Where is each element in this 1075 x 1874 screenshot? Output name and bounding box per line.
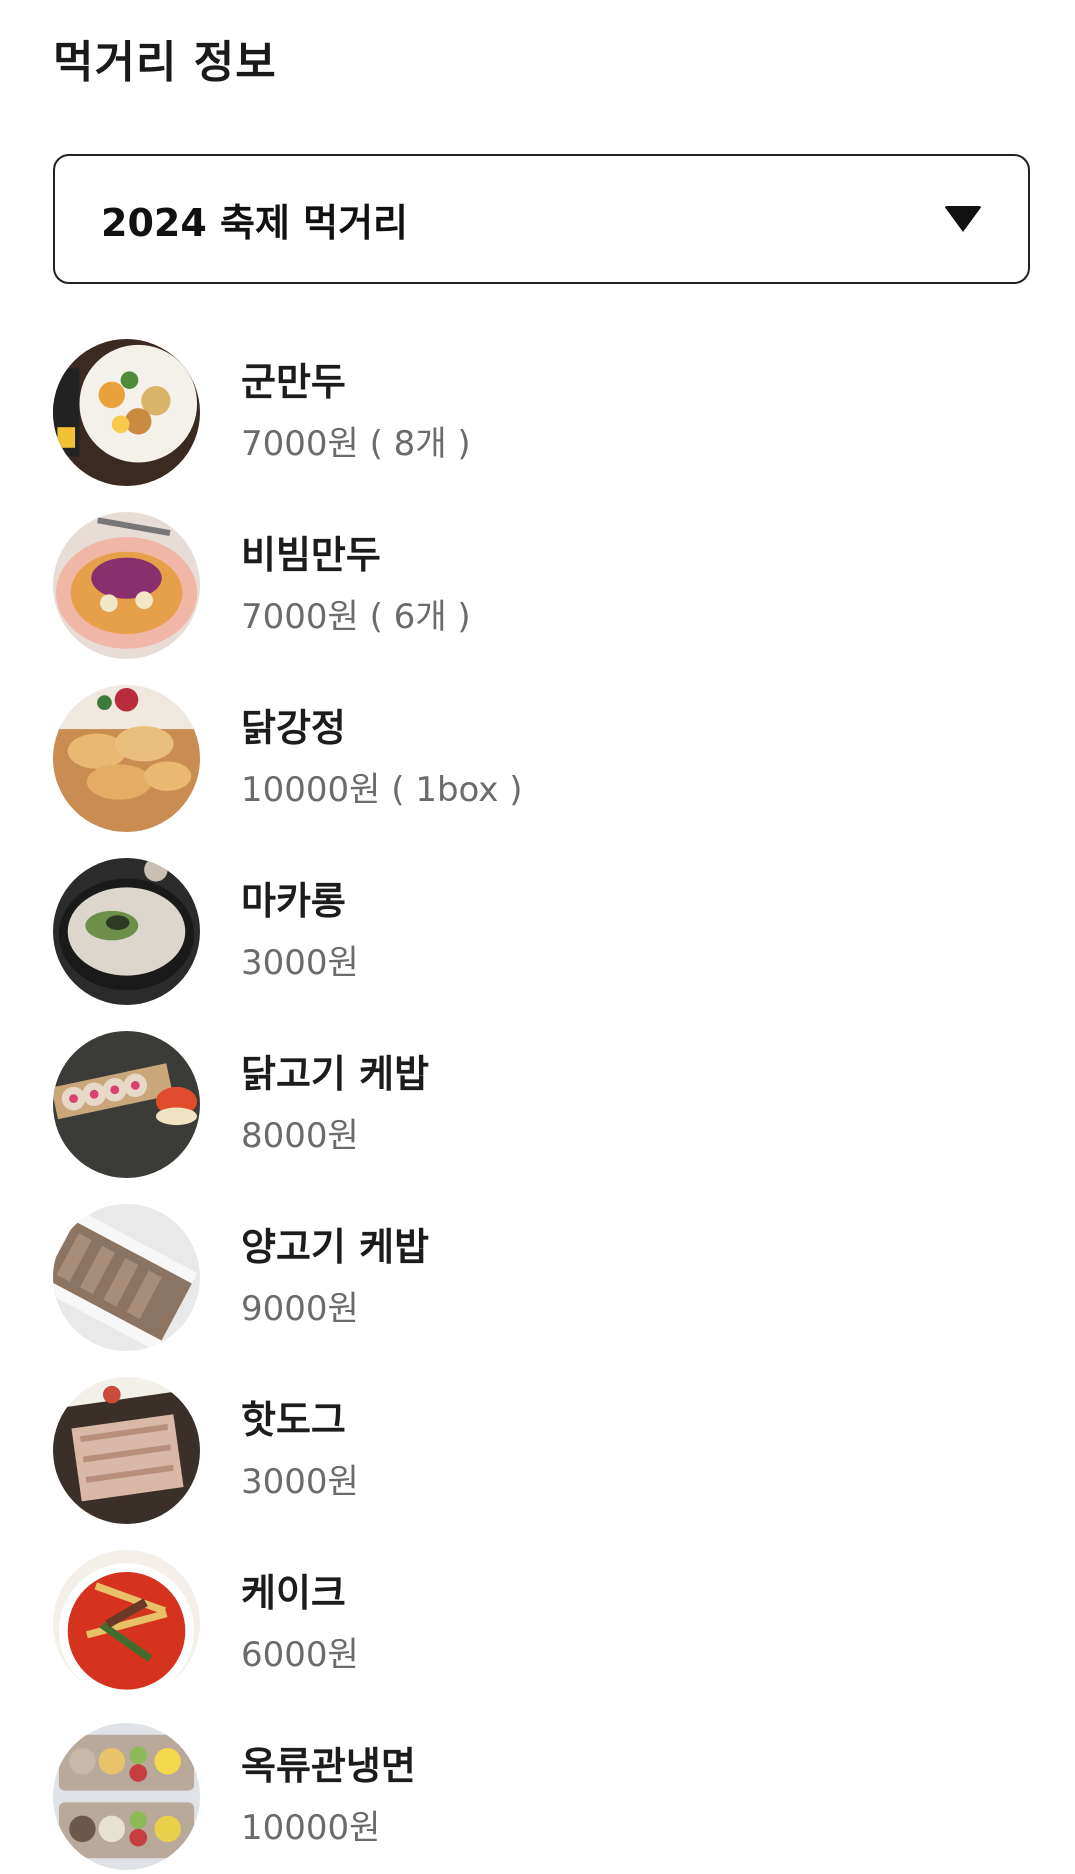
food-price: 6000원 bbox=[241, 1634, 359, 1675]
page-title: 먹거리 정보 bbox=[53, 37, 277, 88]
food-list-item[interactable]: 군만두 7000원 ( 8개 ) bbox=[53, 326, 1030, 499]
food-price: 7000원 ( 6개 ) bbox=[241, 596, 471, 637]
food-photo-icon bbox=[53, 858, 200, 1005]
food-info-page: 먹거리 정보 2024 축제 먹거리 군만두 7000원 (8개) 비빔만두… bbox=[0, 0, 1075, 1874]
food-list-item[interactable]: 비빔만두 7000원 ( 6개 ) bbox=[53, 499, 1030, 672]
food-list-item[interactable]: 케이크 6000원 bbox=[53, 1537, 1030, 1710]
food-photo-icon bbox=[53, 339, 200, 486]
food-name: 군만두 bbox=[241, 360, 346, 405]
food-name: 옥류관냉면 bbox=[241, 1744, 416, 1789]
food-name: 양고기 케밥 bbox=[241, 1225, 430, 1270]
food-list-item[interactable]: 양고기 케밥 9000원 bbox=[53, 1191, 1030, 1364]
food-list-item[interactable]: 닭강정 10000원 ( 1box ) bbox=[53, 672, 1030, 845]
food-name: 닭고기 케밥 bbox=[241, 1052, 430, 1097]
food-price: 10000원 ( 1box ) bbox=[241, 769, 523, 810]
food-price: 8000원 bbox=[241, 1115, 359, 1156]
food-name: 비빔만두 bbox=[241, 533, 381, 578]
food-photo-icon bbox=[53, 1723, 200, 1870]
food-photo-icon bbox=[53, 1377, 200, 1524]
food-name: 마카롱 bbox=[241, 879, 346, 924]
food-price: 3000원 bbox=[241, 1461, 359, 1502]
food-list-item[interactable]: 핫도그 3000원 bbox=[53, 1364, 1030, 1537]
food-price: 9000원 bbox=[241, 1288, 359, 1329]
food-photo-icon bbox=[53, 512, 200, 659]
food-photo-icon bbox=[53, 1031, 200, 1178]
food-price: 10000원 bbox=[241, 1807, 381, 1848]
food-photo-icon bbox=[53, 685, 200, 832]
food-list: 군만두 7000원 ( 8개 ) 비빔만두 7000원 ( 6개 ) 닭강정 1… bbox=[53, 326, 1030, 1874]
food-name: 핫도그 bbox=[241, 1398, 346, 1443]
food-name: 닭강정 bbox=[241, 706, 346, 751]
food-list-item[interactable]: 옥류관냉면 10000원 bbox=[53, 1710, 1030, 1874]
food-list-item[interactable]: 닭고기 케밥 8000원 bbox=[53, 1018, 1030, 1191]
food-list-item[interactable]: 마카롱 3000원 bbox=[53, 845, 1030, 1018]
category-select[interactable]: 2024 축제 먹거리 bbox=[53, 154, 1030, 284]
food-price: 7000원 ( 8개 ) bbox=[241, 423, 471, 464]
food-photo-icon bbox=[53, 1204, 200, 1351]
food-name: 케이크 bbox=[241, 1571, 346, 1616]
category-select-value: 2024 축제 먹거리 bbox=[101, 200, 409, 245]
caret-down-icon bbox=[944, 206, 982, 232]
food-photo-icon bbox=[53, 1550, 200, 1697]
food-price: 3000원 bbox=[241, 942, 359, 983]
